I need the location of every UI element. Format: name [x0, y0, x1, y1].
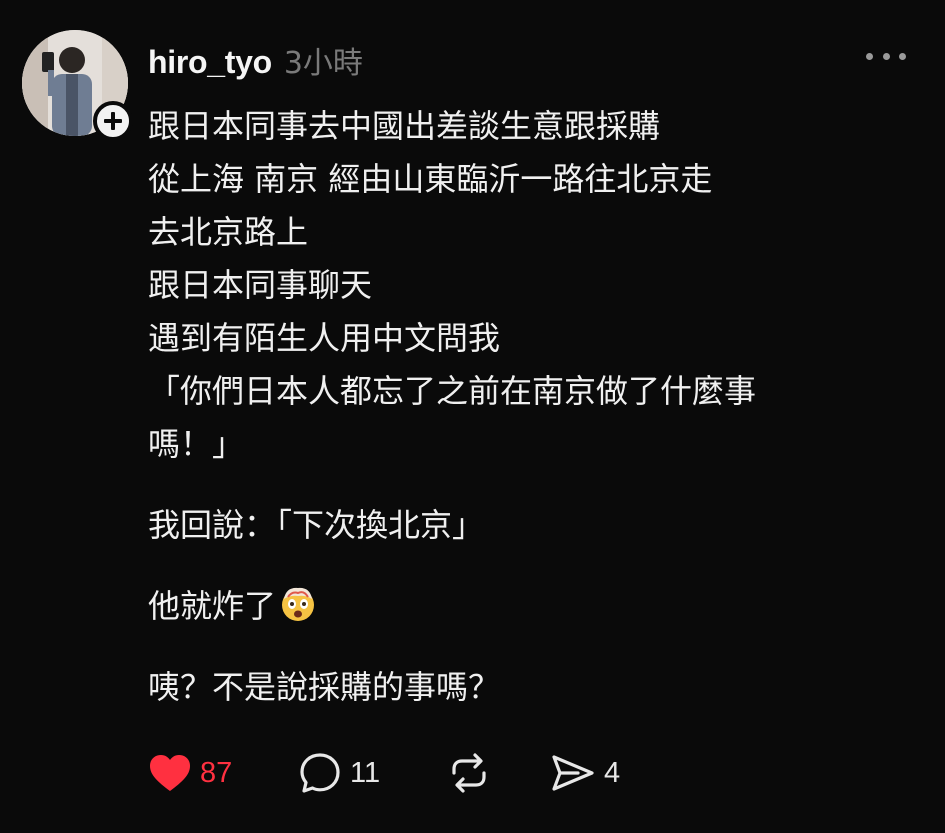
exploding-head-emoji-icon	[282, 587, 315, 621]
repost-icon	[452, 753, 486, 793]
more-dot-icon	[866, 52, 873, 60]
post-text-line: 從上海 南京 經由山東臨沂一路往北京走	[148, 160, 713, 198]
plus-icon	[104, 112, 122, 130]
post-text-line: 去北京路上	[148, 213, 309, 251]
post-header: hiro_tyo 3小時	[148, 38, 363, 84]
more-options-button[interactable]	[866, 44, 906, 68]
more-dot-icon	[899, 52, 906, 60]
post-text-line: 我回說：「下次換北京」	[148, 506, 485, 544]
thread-post: hiro_tyo 3小時 跟日本同事去中國出差談生意跟採購 從上海 南京 經由山…	[0, 0, 945, 833]
post-text-line: 跟日本同事聊天	[148, 266, 373, 304]
username[interactable]: hiro_tyo	[148, 44, 272, 81]
like-count: 87	[200, 756, 233, 789]
avatar-container	[22, 30, 133, 141]
heart-icon	[150, 755, 190, 791]
post-text-line: 嗎！」	[148, 425, 245, 463]
share-button[interactable]: 4	[550, 748, 620, 798]
post-text: 他就炸了	[148, 587, 277, 625]
action-bar: 87 11 4	[148, 748, 748, 798]
follow-plus-button[interactable]	[93, 101, 133, 141]
post-text-line-with-emoji: 他就炸了	[148, 580, 928, 633]
send-icon	[552, 755, 594, 791]
post-text-line: 「你們日本人都忘了之前在南京做了什麼事	[148, 372, 757, 410]
comment-bubble-icon	[300, 753, 340, 793]
comment-count: 11	[350, 756, 381, 789]
timestamp: 3小時	[283, 46, 363, 81]
post-body: 跟日本同事去中國出差談生意跟採購 從上海 南京 經由山東臨沂一路往北京走 去北京…	[148, 100, 928, 714]
repost-button[interactable]	[446, 748, 492, 798]
like-button[interactable]: 87	[148, 748, 232, 798]
comment-button[interactable]: 11	[298, 748, 380, 798]
post-text-line: 跟日本同事去中國出差談生意跟採購	[148, 107, 661, 145]
post-text-line: 遇到有陌生人用中文問我	[148, 319, 501, 357]
share-count: 4	[604, 756, 621, 789]
more-dot-icon	[882, 52, 890, 60]
post-text-line: 咦？不是說採購的事嗎？	[148, 668, 501, 706]
